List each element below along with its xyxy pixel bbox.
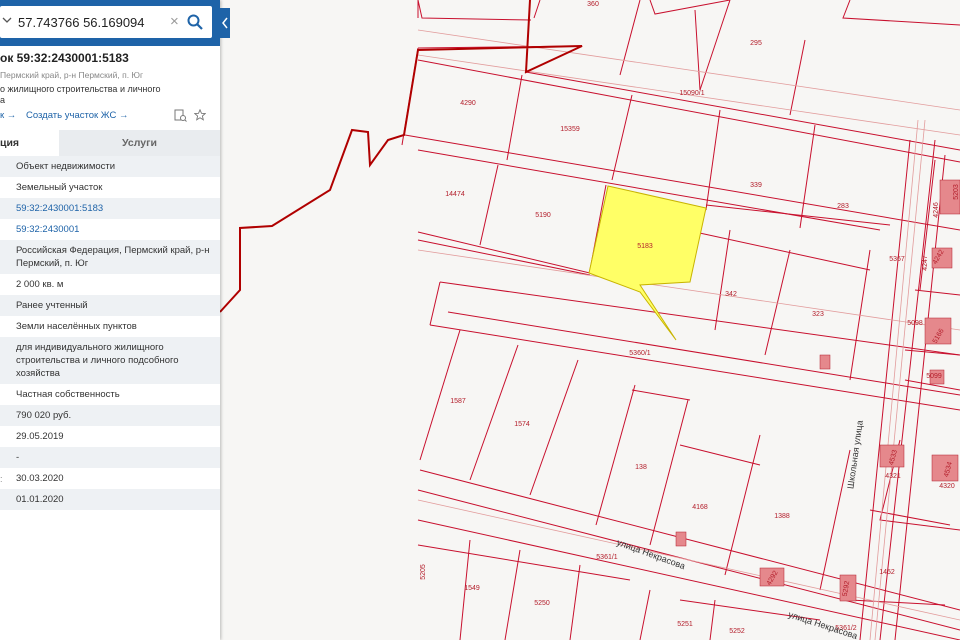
parcel-address: Пермский край, р-н Пермский, п. Юг (0, 70, 144, 80)
parcel-number-label: 5098 (907, 320, 923, 327)
attribute-value: Российская Федерация, Пермский край, р-н… (16, 245, 210, 269)
parcel-number-label: 5361/1 (596, 554, 618, 561)
parcel-number-label: 14474 (445, 191, 465, 198)
attribute-value: Ранее учтенный (16, 300, 88, 311)
parcel-number-label: 5190 (535, 212, 551, 219)
parcel-number-label: 5251 (677, 621, 693, 628)
prev-link[interactable]: к → (0, 110, 16, 121)
parcel-purpose-line: а (0, 95, 6, 105)
close-icon[interactable]: × (170, 14, 179, 30)
parcel-number-label: 295 (750, 40, 762, 47)
tabs: ция Услуги (0, 130, 220, 156)
attribute-value: Земельный участок (16, 182, 103, 193)
attribute-row: Частная собственность (0, 384, 220, 405)
attribute-row: : 30.03.2020 (0, 468, 220, 489)
parcel-purpose-line: о жилищного строительства и личного (0, 84, 161, 94)
parcel-number-label: 5183 (637, 243, 653, 250)
attribute-row: для индивидуального жилищного строительс… (0, 337, 220, 384)
parcel-number-label: 4321 (885, 473, 901, 480)
cadastral-number-link[interactable]: 59:32:2430001:5183 (16, 203, 103, 214)
search-bar: × (0, 0, 220, 46)
parcel-number-label: 138 (635, 464, 647, 471)
attribute-row: 790 020 руб. (0, 405, 220, 426)
parcel-number-label: 4247 (922, 255, 929, 271)
parcel-number-label: 360 (587, 1, 599, 8)
create-parcel-link[interactable]: Создать участок ЖС → (26, 110, 128, 121)
parcel-title: ок 59:32:2430001:5183 (0, 51, 129, 65)
parcel-number-label: 342 (725, 291, 737, 298)
parcel-number-label: 4168 (692, 504, 708, 511)
search-icon[interactable] (186, 13, 204, 31)
attribute-row: 01.01.2020 (0, 489, 220, 510)
parcel-number-label: 5099 (926, 373, 942, 380)
attribute-row: 59:32:2430001 (0, 219, 220, 240)
parcel-number-label: 4290 (460, 100, 476, 107)
parcel-number-label: 15090/1 (679, 90, 704, 97)
parcel-number-label: 5252 (729, 628, 745, 635)
attribute-row: Ранее учтенный (0, 295, 220, 316)
attribute-value: - (16, 452, 20, 463)
attribute-value: для индивидуального жилищного строительс… (16, 342, 179, 379)
actions-row: к → Создать участок ЖС → (0, 109, 220, 124)
parcel-purpose: о жилищного строительства и личного а (0, 84, 215, 106)
parcel-number-label: 1574 (514, 421, 530, 428)
info-panel: × ок 59:32:2430001:5183 Пермский край, р… (0, 0, 220, 640)
search-box: × (0, 6, 212, 38)
attribute-value: 790 020 руб. (16, 410, 72, 421)
parcel-number-label: 5360/1 (629, 350, 651, 357)
attribute-row: Российская Федерация, Пермский край, р-н… (0, 240, 220, 274)
parcel-number-label: 1452 (879, 569, 895, 576)
attribute-row: 29.05.2019 (0, 426, 220, 447)
attribute-row: Объект недвижимости (0, 156, 220, 177)
parcel-number-label: 323 (812, 311, 824, 318)
attribute-value: 01.01.2020 (16, 494, 64, 505)
cadastral-number-link[interactable]: 59:32:2430001 (16, 224, 79, 235)
attribute-value: Объект недвижимости (16, 161, 116, 172)
parcel-number-label: 1587 (450, 398, 466, 405)
star-icon[interactable] (194, 109, 206, 121)
parcel-number-label: 4246 (933, 202, 940, 218)
parcel-number-label: 5250 (534, 600, 550, 607)
attribute-value: Земли населённых пунктов (16, 321, 137, 332)
parcel-number-label: 15359 (560, 126, 580, 133)
parcel-number-label: 4320 (939, 483, 955, 490)
attribute-list: Объект недвижимости Земельный участок 59:3… (0, 156, 220, 510)
parcel-number-label: 1388 (774, 513, 790, 520)
search-input[interactable] (18, 6, 168, 38)
chevron-down-icon[interactable] (2, 15, 12, 25)
attribute-value: 30.03.2020 (16, 473, 64, 484)
chevron-left-icon[interactable] (220, 8, 230, 38)
parcel-number-label: 5203 (953, 184, 960, 200)
attribute-value: Частная собственность (16, 389, 120, 400)
parcel-number-label: 5205 (420, 564, 427, 580)
tab-services[interactable]: Услуги (59, 130, 220, 156)
parcel-number-label: 1549 (464, 585, 480, 592)
attribute-value: 2 000 кв. м (16, 279, 64, 290)
attribute-row: - (0, 447, 220, 468)
attribute-label-fragment: : (0, 474, 3, 484)
attribute-row: Земельный участок (0, 177, 220, 198)
attribute-value: 29.05.2019 (16, 431, 64, 442)
attribute-row: Земли населённых пунктов (0, 316, 220, 337)
parcel-number-label: 339 (750, 182, 762, 189)
attribute-row: 2 000 кв. м (0, 274, 220, 295)
attribute-row: 59:32:2430001:5183 (0, 198, 220, 219)
parcel-number-label: 283 (837, 203, 849, 210)
document-search-icon[interactable] (174, 109, 187, 122)
tab-info[interactable]: ция (0, 130, 59, 156)
parcel-number-label: 5367 (889, 256, 905, 263)
